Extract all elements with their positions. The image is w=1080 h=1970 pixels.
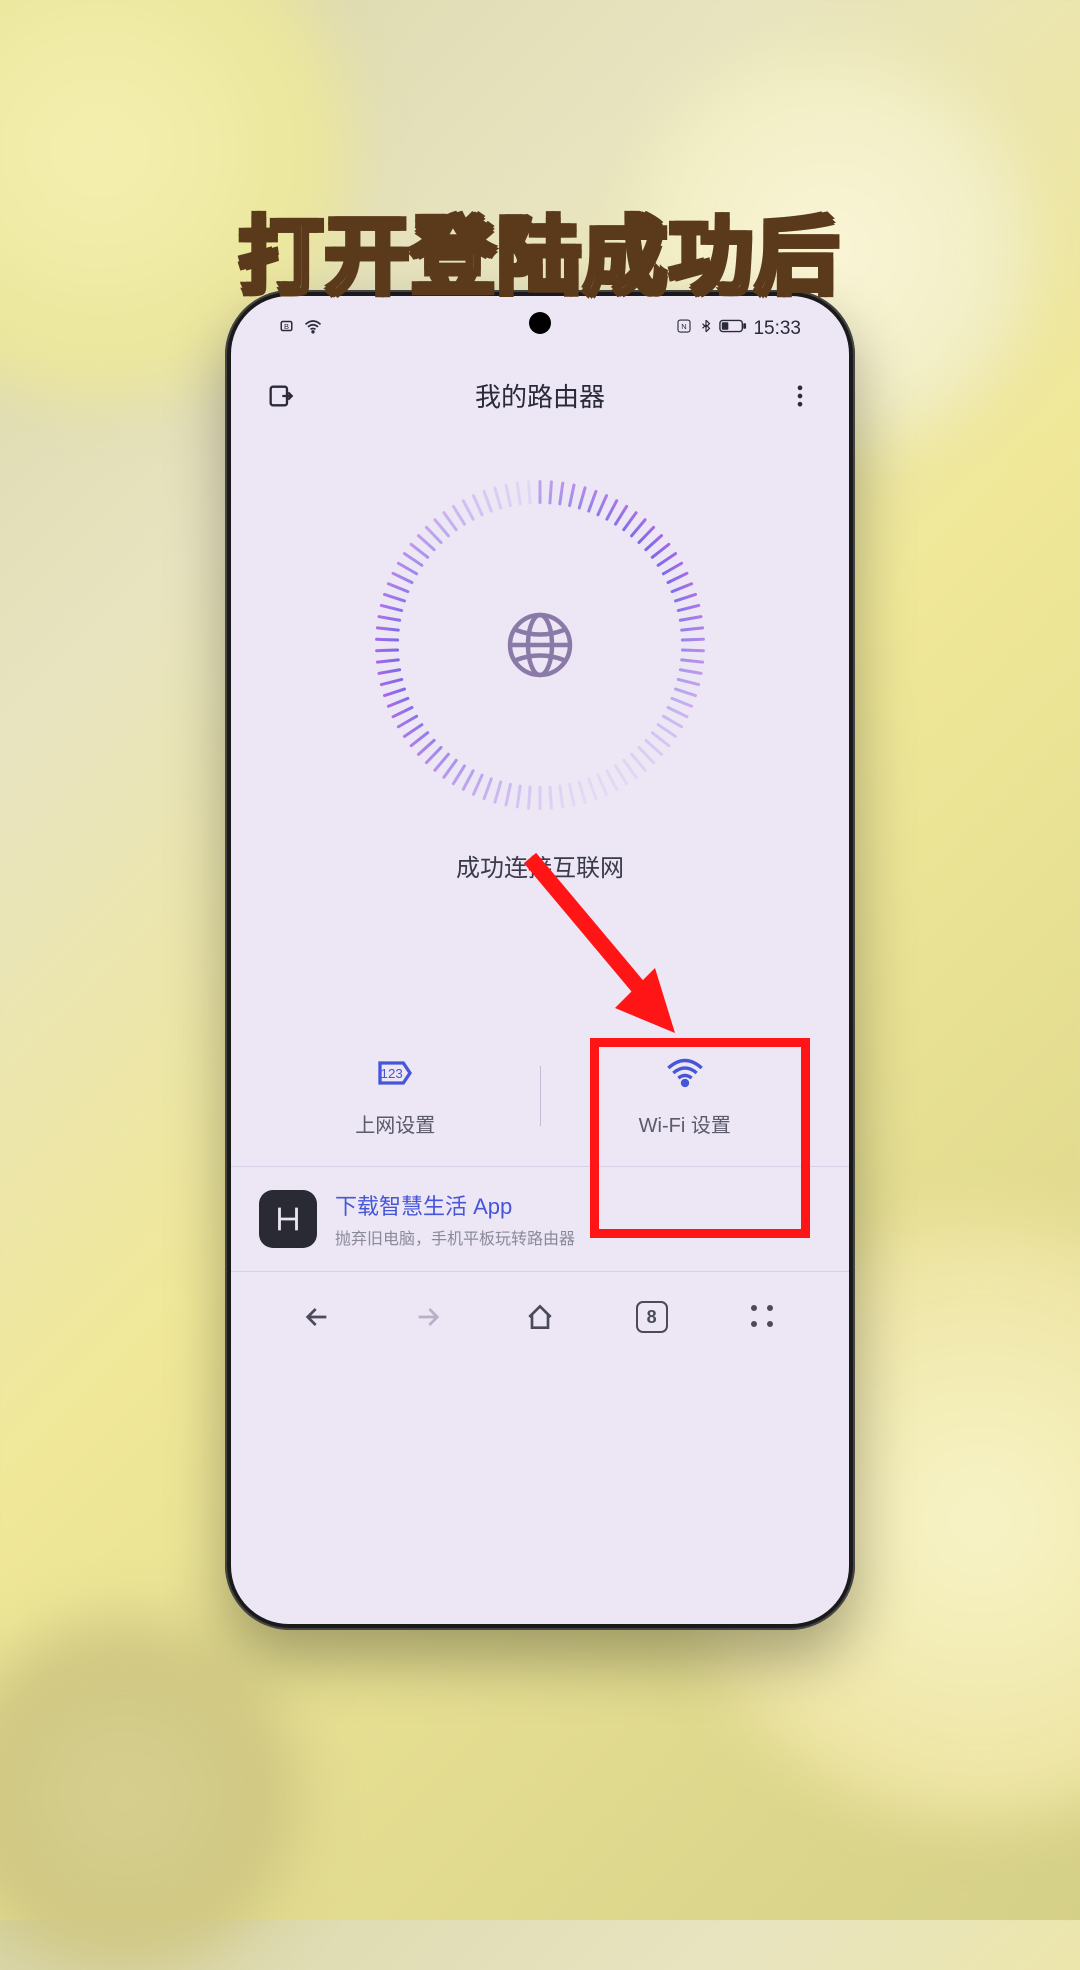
battery-icon [719, 318, 747, 340]
status-time: 15:33 [753, 318, 801, 340]
page-title: 我的路由器 [475, 377, 605, 414]
video-caption-overlay: 打开登陆成功后 [239, 190, 841, 311]
more-menu-button[interactable] [783, 379, 817, 413]
tab-count-badge: 8 [636, 1301, 668, 1333]
exit-button[interactable] [263, 379, 297, 413]
menu-grid-icon [751, 1305, 775, 1329]
browser-back-button[interactable] [296, 1296, 338, 1338]
browser-menu-button[interactable] [742, 1296, 784, 1338]
connection-dial-area: 成功连接互联网 [231, 430, 849, 883]
svg-text:123: 123 [381, 1066, 403, 1081]
camera-notch [529, 312, 551, 334]
app-promo-icon [259, 1190, 317, 1248]
nfc-icon: N [675, 317, 693, 341]
wifi-signal-icon [303, 316, 323, 342]
bluetooth-icon [699, 317, 713, 341]
network-settings-button[interactable]: 123 上网设置 [251, 1053, 540, 1138]
background-blur [0, 1620, 300, 1970]
status-indicator-icon: B [279, 317, 297, 341]
svg-text:B: B [284, 322, 289, 331]
annotation-highlight-box [590, 1038, 810, 1238]
app-header: 我的路由器 [231, 361, 849, 430]
browser-nav-bar: 8 [231, 1271, 849, 1370]
svg-text:N: N [682, 322, 687, 331]
network-settings-label: 上网设置 [355, 1109, 435, 1138]
browser-tabs-button[interactable]: 8 [631, 1296, 673, 1338]
connection-dial [375, 480, 705, 810]
network-settings-icon: 123 [375, 1053, 415, 1093]
browser-home-button[interactable] [519, 1296, 561, 1338]
browser-forward-button[interactable] [407, 1296, 449, 1338]
